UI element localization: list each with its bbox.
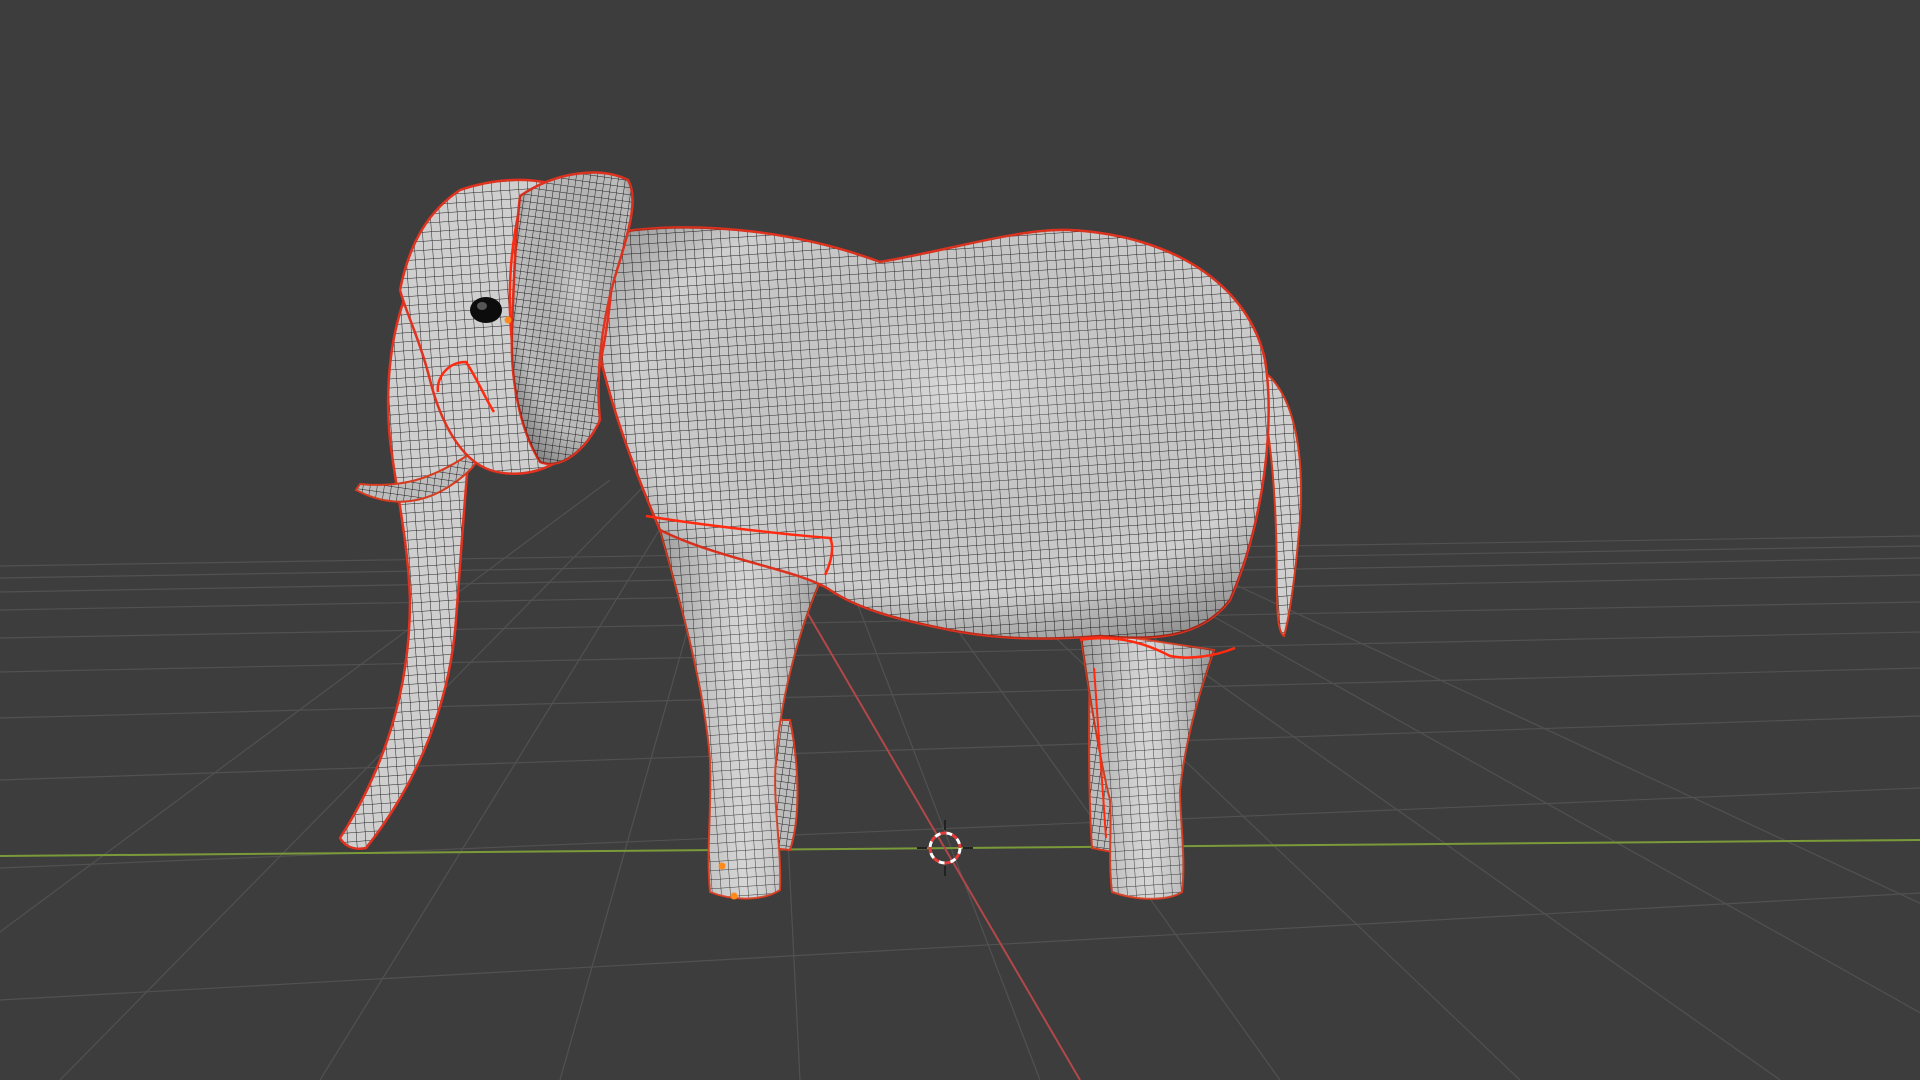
elephant-mesh[interactable] [338,171,1302,900]
3d-viewport[interactable] [0,0,1920,1080]
selected-vertex [730,892,738,900]
elephant-eye [470,297,502,323]
viewport-scene[interactable] [0,0,1920,1080]
selected-vertex [504,316,512,324]
selected-vertex [718,862,726,870]
